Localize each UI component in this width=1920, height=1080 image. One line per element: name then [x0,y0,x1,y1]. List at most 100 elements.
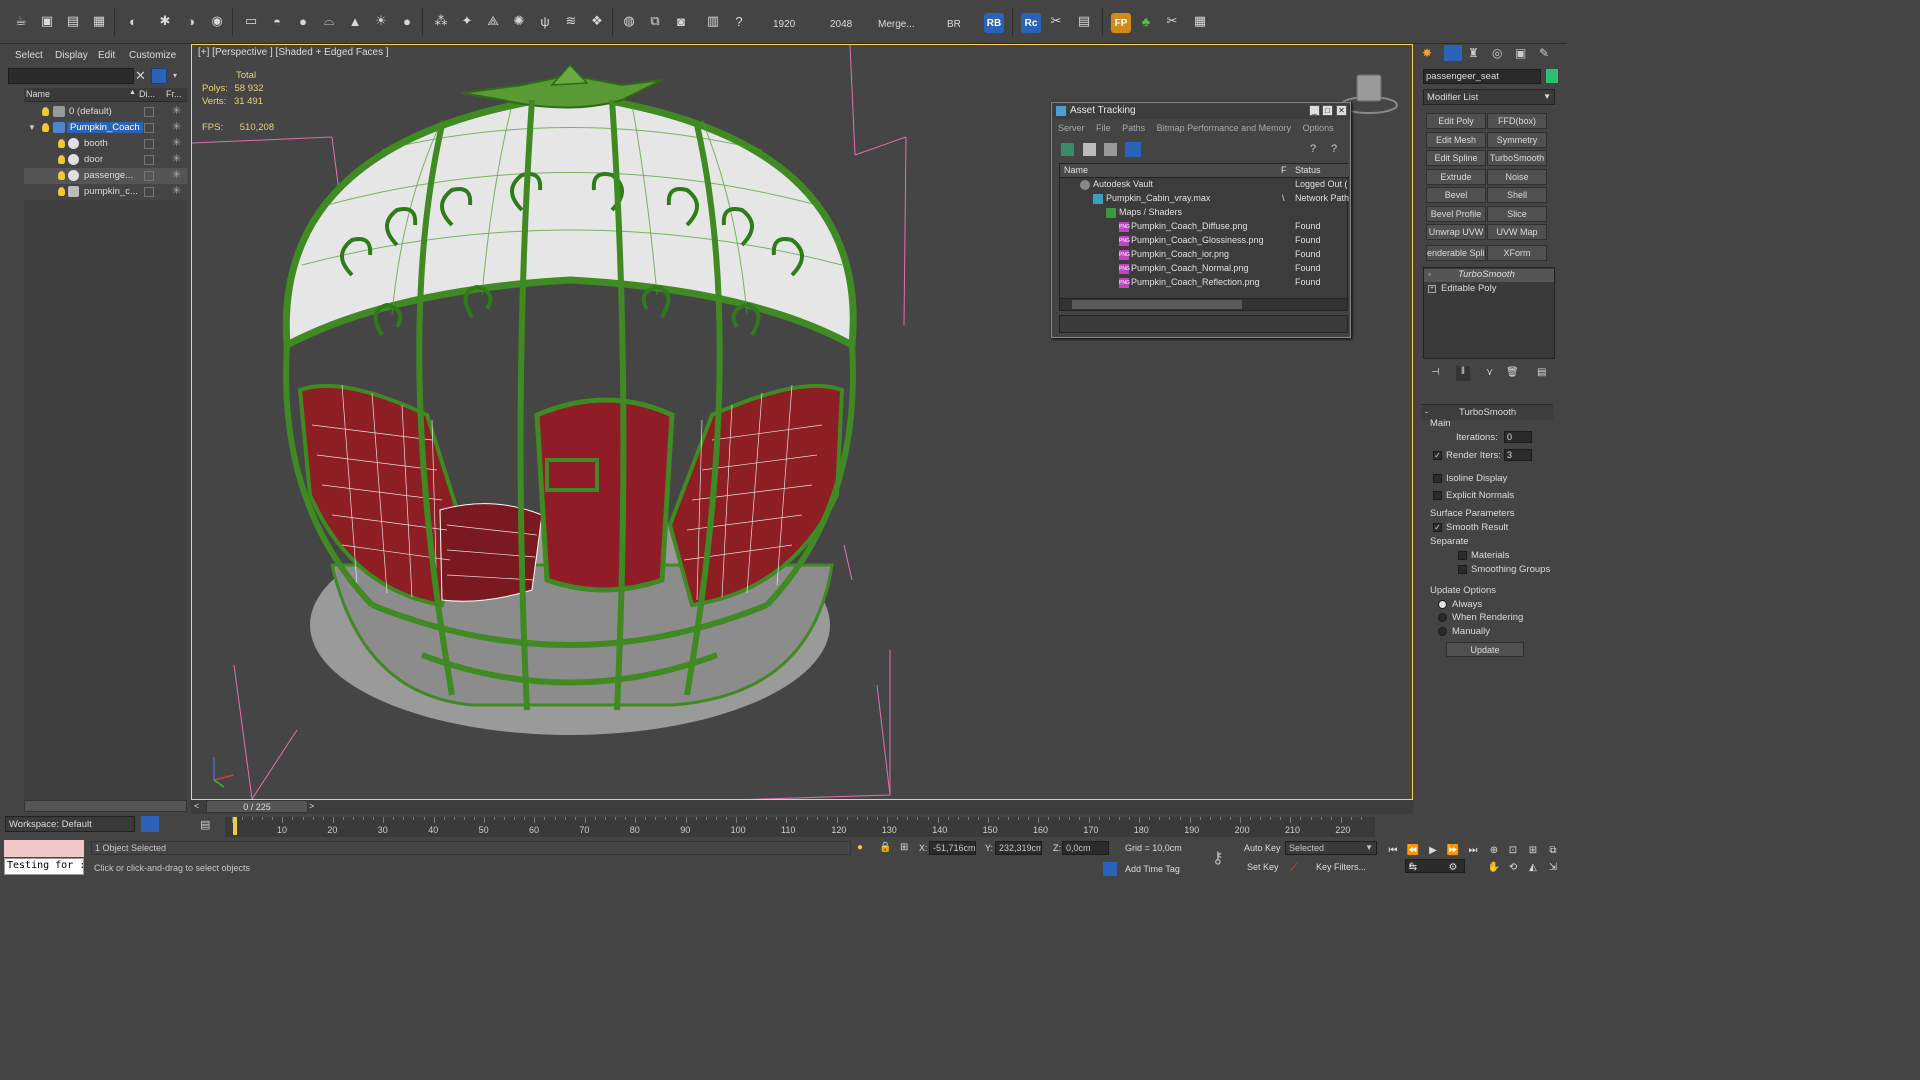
motion-tab-icon[interactable]: ◎ [1492,46,1508,60]
zoom-region-icon[interactable]: ⊞ [1526,845,1540,857]
filter-icon[interactable] [151,68,167,84]
display-box-icon[interactable] [144,123,154,133]
table-row[interactable]: PNG Pumpkin_Coach_Reflection.png Found [1060,276,1349,290]
zoom-extents-icon[interactable]: ⊡ [1506,845,1520,857]
bevel-button[interactable]: Bevel [1426,187,1486,203]
help-icon[interactable]: ? [728,10,750,32]
fov-icon[interactable]: ◭ [1526,862,1540,874]
grass-icon[interactable]: ψ [534,10,556,32]
display-box-icon[interactable] [144,107,154,117]
workspace-dropdown[interactable]: Workspace: Default [5,816,135,832]
snowflake-icon[interactable]: ✳ [172,168,181,181]
menu-select[interactable]: Select [15,50,43,61]
horizontal-scrollbar[interactable] [1060,298,1347,310]
menu-display[interactable]: Display [55,50,88,61]
wrench-icon[interactable]: ✂ [1161,10,1183,32]
merge-button[interactable]: Merge... [878,19,915,30]
snowflake-icon[interactable]: ✳ [172,104,181,117]
time-config-icon[interactable]: ⚙ [1446,862,1460,874]
lightbulb-icon[interactable] [42,107,49,116]
list-item[interactable]: passenge... ✳ [24,168,187,184]
list-item[interactable]: pumpkin_c... ✳ [24,184,187,200]
key-icon[interactable]: ⚷ [1212,848,1224,868]
isolate-icon[interactable]: ● [857,842,863,853]
display-tab-icon[interactable]: ▣ [1515,46,1531,60]
xform-button[interactable]: XForm [1487,245,1547,261]
menu-paths[interactable]: Paths [1122,123,1145,133]
unwrap-uvw-button[interactable]: Unwrap UVW [1426,224,1486,240]
materials-checkbox[interactable] [1458,551,1467,560]
render-setup-icon[interactable]: ▦ [88,10,110,32]
detail-view-icon[interactable] [1104,143,1117,156]
col-name[interactable]: Name [1064,165,1088,175]
noise-button[interactable]: Noise [1487,169,1547,185]
display-box-icon[interactable] [144,171,154,181]
batch-render-icon[interactable]: ▥ [702,10,724,32]
uvw-map-button[interactable]: UVW Map [1487,224,1547,240]
layer-explorer-icon[interactable] [141,816,159,832]
isoline-display-checkbox[interactable] [1433,474,1442,483]
sun-icon[interactable]: ☀ [370,10,392,32]
y-coordinate-field[interactable]: 232,319cm [995,841,1042,855]
x-coordinate-field[interactable]: -51,716cm [929,841,976,855]
next-key-icon[interactable]: ⏩ [1446,845,1460,857]
table-view-icon[interactable] [1125,142,1141,157]
tree-icon[interactable]: ♣ [1135,10,1157,32]
teapot-icon[interactable]: ☕ [10,10,32,32]
auto-key-button[interactable]: Auto Key [1244,843,1281,853]
scrollbar-thumb[interactable] [1072,300,1242,309]
expand-plus-icon[interactable]: + [1428,285,1436,293]
edit-poly-button[interactable]: Edit Poly [1426,113,1486,129]
close-icon[interactable]: ✕ [1336,105,1347,116]
sphere-icon[interactable]: ● [292,10,314,32]
sphere-light-icon[interactable]: ● [396,10,418,32]
display-box-icon[interactable] [144,139,154,149]
z-coordinate-field[interactable]: 0,0cm [1062,841,1109,855]
list-item[interactable]: 0 (default) ✳ [24,104,187,120]
lightbulb-icon[interactable] [58,171,65,180]
snowflake-icon[interactable]: ✳ [172,152,181,165]
col-freeze[interactable]: Fr... [166,89,182,99]
add-time-tag-button[interactable]: Add Time Tag [1125,864,1180,874]
turbosmooth-button[interactable]: TurboSmooth [1487,150,1547,166]
display-box-icon[interactable] [144,155,154,165]
clear-search-icon[interactable]: ✕ [135,68,147,84]
slice-button[interactable]: Slice [1487,206,1547,222]
renderable-spline-button[interactable]: enderable Splin [1426,245,1486,261]
lightbulb-icon[interactable] [58,187,65,196]
lightbulb-icon[interactable] [58,139,65,148]
menu-options[interactable]: Options [1303,123,1334,133]
list-item[interactable]: door ✳ [24,152,187,168]
extrude-button[interactable]: Extrude [1426,169,1486,185]
render-height-text[interactable]: 2048 [830,19,852,30]
ffd-box-button[interactable]: FFD(box) [1487,113,1547,129]
render-width-text[interactable]: 1920 [773,19,795,30]
material-editor-icon[interactable]: ▤ [62,10,84,32]
time-slider[interactable]: < 0 / 225 > [191,800,1413,814]
vray-render-icon[interactable]: ◉ [206,10,228,32]
lightbulb-icon[interactable]: ◦ [1428,269,1431,279]
table-row[interactable]: Autodesk Vault Logged Out ( [1060,178,1349,192]
menu-edit[interactable]: Edit [98,50,115,61]
menu-customize[interactable]: Customize [129,50,176,61]
snowflake-icon[interactable]: ✳ [172,136,181,149]
ipr-icon[interactable]: ◙ [670,10,692,32]
col-status[interactable]: Status [1295,165,1321,175]
time-tag-icon[interactable] [1103,862,1117,876]
key-mode-icon[interactable]: ⇆ [1406,862,1420,874]
configure-sets-icon[interactable]: ▤ [1537,367,1546,378]
absolute-mode-icon[interactable]: ⊞ [900,842,908,853]
modify-tab-icon[interactable] [1444,45,1462,61]
menu-server[interactable]: Server [1058,123,1085,133]
lightbulb-icon[interactable] [42,123,49,132]
previous-key-icon[interactable]: ⏪ [1406,845,1420,857]
always-radio[interactable] [1438,600,1447,609]
listener-pink-field[interactable] [4,840,84,857]
manually-radio[interactable] [1438,627,1447,636]
menu-bitmap-performance[interactable]: Bitmap Performance and Memory [1157,123,1292,133]
list-item[interactable]: ▼ Pumpkin_Coach ✳ [24,120,187,136]
modifier-list-dropdown[interactable]: Modifier List ▼ [1423,89,1555,105]
fur-icon[interactable]: ✦ [456,10,478,32]
maximize-icon[interactable]: □ [1322,105,1333,116]
help-icon[interactable]: ? [1310,143,1323,156]
